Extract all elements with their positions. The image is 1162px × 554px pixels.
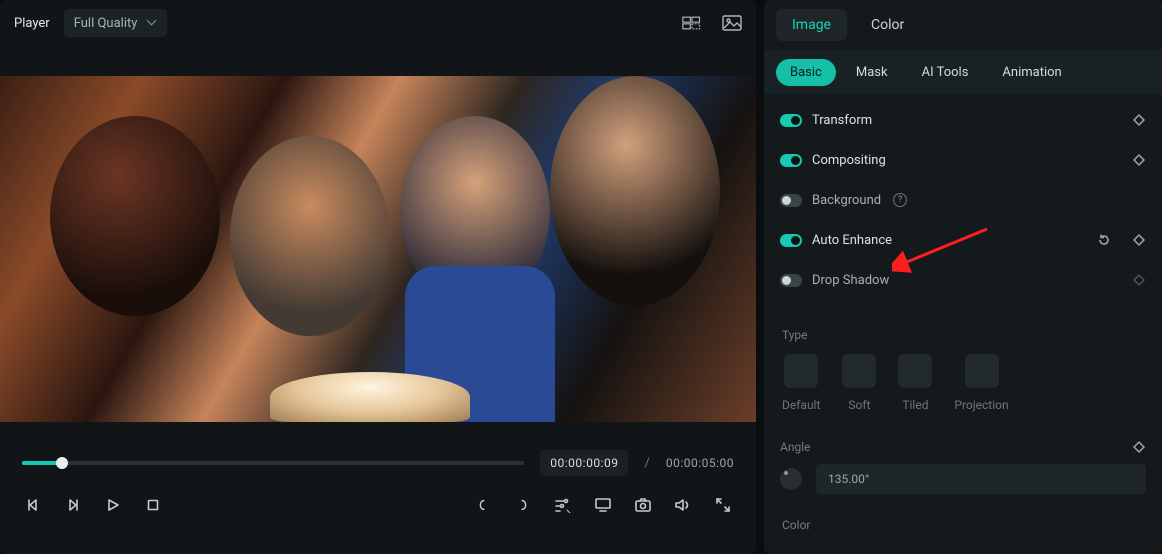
property-list: Transform Compositing Background ? (764, 94, 1162, 300)
label-auto-enhance: Auto Enhance (812, 233, 892, 248)
tab-color[interactable]: Color (855, 9, 920, 41)
tile-default[interactable]: Default (782, 354, 820, 412)
toggle-auto-enhance[interactable] (780, 234, 802, 247)
prev-frame-icon[interactable] (24, 496, 42, 514)
compare-icon[interactable] (682, 15, 702, 31)
reset-icon[interactable] (1096, 232, 1112, 248)
row-transform: Transform (780, 100, 1146, 140)
label-transform: Transform (812, 113, 872, 128)
tile-tiled[interactable]: Tiled (898, 354, 932, 412)
toggle-background[interactable] (780, 194, 802, 207)
time-separator: / (644, 456, 649, 471)
angle-heading: Angle (780, 440, 1132, 454)
keyframe-icon[interactable] (1132, 440, 1146, 454)
tab-animation[interactable]: Animation (988, 59, 1075, 86)
player-header: Player Full Quality (0, 0, 756, 46)
keyframe-icon[interactable] (1132, 233, 1146, 247)
player-panel: Player Full Quality 00:00 (0, 0, 756, 554)
seek-thumb[interactable] (56, 457, 68, 469)
toggle-compositing[interactable] (780, 154, 802, 167)
stop-icon[interactable] (144, 496, 162, 514)
seek-bar[interactable] (22, 461, 524, 465)
tile-soft[interactable]: Soft (842, 354, 876, 412)
video-preview[interactable] (0, 76, 756, 422)
drop-shadow-section: Type Default Soft Tiled Projection Angle… (764, 300, 1162, 532)
tab-image[interactable]: Image (776, 9, 847, 41)
angle-dial[interactable] (780, 468, 802, 490)
type-heading: Type (782, 328, 1146, 342)
tile-projection[interactable]: Projection (954, 354, 1008, 412)
keyframe-icon[interactable] (1132, 153, 1146, 167)
volume-icon[interactable] (674, 496, 692, 514)
tile-label: Soft (848, 398, 870, 412)
help-icon[interactable]: ? (893, 193, 907, 207)
label-drop-shadow: Drop Shadow (812, 273, 889, 288)
row-drop-shadow: Drop Shadow (780, 260, 1146, 300)
secondary-tabs: Basic Mask AI Tools Animation (764, 50, 1162, 94)
mark-out-icon[interactable] (514, 496, 532, 514)
mark-in-icon[interactable] (474, 496, 492, 514)
properties-panel: Image Color Basic Mask AI Tools Animatio… (764, 0, 1162, 554)
player-title: Player (14, 16, 50, 31)
chevron-down-icon (147, 18, 157, 28)
primary-tabs: Image Color (764, 0, 1162, 50)
keyframe-icon (1132, 273, 1146, 287)
image-icon[interactable] (722, 15, 742, 31)
toggle-drop-shadow[interactable] (780, 274, 802, 287)
tile-label: Default (782, 398, 820, 412)
time-total: 00:00:05:00 (666, 456, 734, 470)
toggle-transform[interactable] (780, 114, 802, 127)
play-icon[interactable] (104, 496, 122, 514)
keyframe-icon[interactable] (1132, 113, 1146, 127)
display-icon[interactable] (594, 496, 612, 514)
player-controls: 00:00:00:09 / 00:00:05:00 (0, 422, 756, 554)
fullscreen-icon[interactable] (714, 496, 732, 514)
row-auto-enhance: Auto Enhance (780, 220, 1146, 260)
next-frame-icon[interactable] (64, 496, 82, 514)
tile-label: Projection (954, 398, 1008, 412)
quality-dropdown[interactable]: Full Quality (64, 9, 168, 37)
row-background: Background ? (780, 180, 1146, 220)
tile-label: Tiled (902, 398, 928, 412)
angle-input[interactable]: 135.00° (816, 464, 1146, 494)
row-compositing: Compositing (780, 140, 1146, 180)
tab-mask[interactable]: Mask (842, 59, 902, 86)
label-background: Background (812, 193, 881, 208)
time-current[interactable]: 00:00:00:09 (540, 450, 628, 476)
label-compositing: Compositing (812, 153, 886, 168)
quality-label: Full Quality (74, 16, 138, 31)
tab-ai-tools[interactable]: AI Tools (908, 59, 983, 86)
tab-basic[interactable]: Basic (776, 59, 836, 86)
snapshot-icon[interactable] (634, 496, 652, 514)
zoom-menu-icon[interactable] (554, 496, 572, 514)
color-heading: Color (782, 518, 1146, 532)
